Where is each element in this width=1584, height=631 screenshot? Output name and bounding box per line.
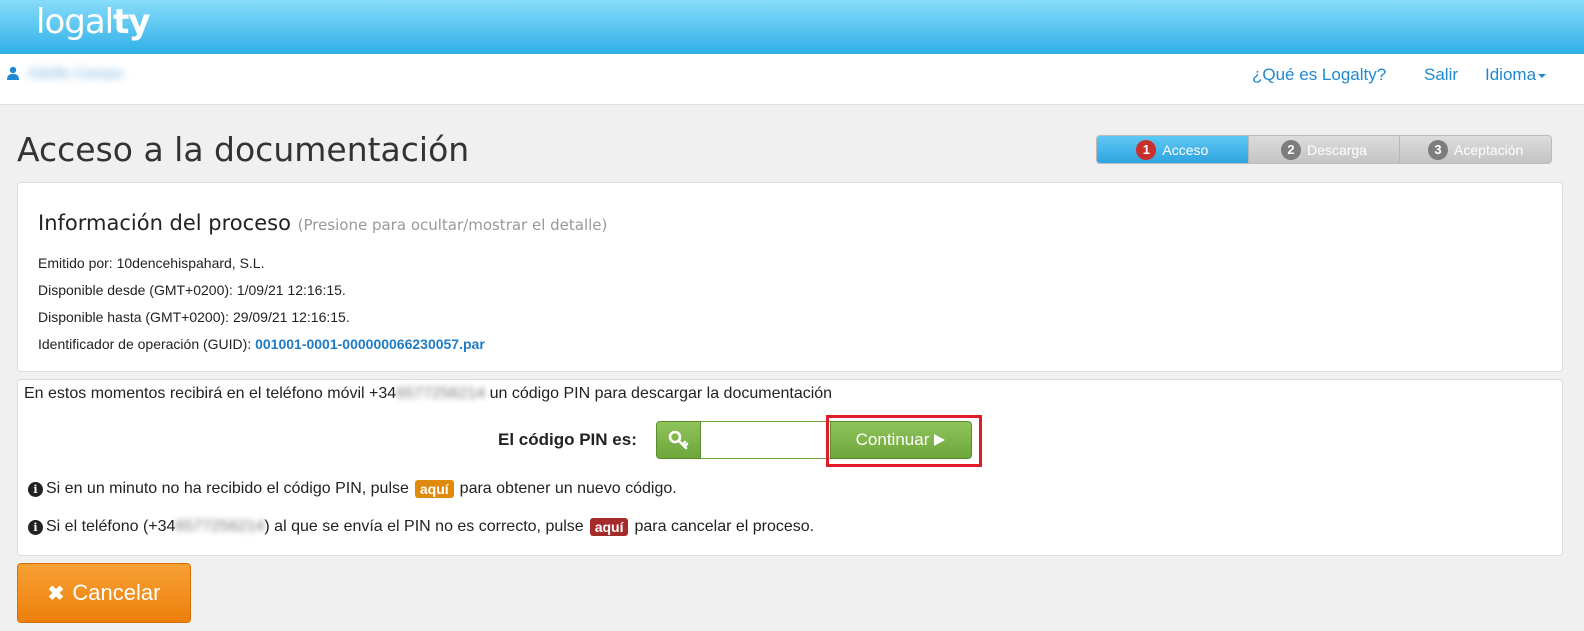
- language-label: Idioma: [1485, 65, 1537, 84]
- issued-by-label: Emitido por:: [38, 255, 117, 271]
- available-from-row: Disponible desde (GMT+0200): 1/09/21 12:…: [38, 282, 346, 298]
- resend-note-after: para obtener un nuevo código.: [459, 480, 677, 497]
- process-info-toggle[interactable]: Información del proceso (Presione para o…: [38, 211, 607, 235]
- available-from-label: Disponible desde (GMT+0200):: [38, 282, 237, 298]
- logo-text-light: logal: [36, 2, 114, 42]
- process-info-heading: Información del proceso: [38, 211, 291, 235]
- resend-note-before: Si en un minuto no ha recibido el código…: [46, 480, 409, 497]
- top-header: logalty: [0, 0, 1584, 54]
- key-addon: [656, 421, 701, 459]
- step-number: 1: [1136, 139, 1157, 160]
- logout-link[interactable]: Salir: [1424, 65, 1458, 85]
- key-icon: [668, 430, 688, 450]
- info-circle-icon: i: [28, 481, 43, 497]
- pin-panel: En estos momentos recibirá en el teléfon…: [17, 379, 1563, 556]
- step-acceptance: 3 Aceptación: [1399, 136, 1551, 163]
- continue-button[interactable]: Continuar: [830, 421, 972, 459]
- what-is-logalty-link[interactable]: ¿Qué es Logalty?: [1252, 65, 1386, 85]
- guid-row: Identificador de operación (GUID): 00100…: [38, 336, 485, 352]
- wrong-phone-after: para cancelar el proceso.: [634, 518, 815, 535]
- issued-by-row: Emitido por: 10dencehispahard, S.L.: [38, 255, 264, 271]
- step-number: 3: [1428, 139, 1449, 160]
- language-dropdown[interactable]: Idioma: [1485, 65, 1547, 85]
- wrong-phone-note: i Si el teléfono (+34 6577256214) al que …: [28, 518, 814, 536]
- resend-pin-link[interactable]: aquí: [414, 480, 454, 498]
- play-icon: [934, 434, 946, 446]
- user-icon: [7, 66, 19, 80]
- resend-pin-note: i Si en un minuto no ha recibido el códi…: [28, 480, 677, 498]
- chevron-down-icon: [1538, 73, 1547, 78]
- cancel-process-link[interactable]: aquí: [589, 518, 629, 536]
- step-label: Aceptación: [1454, 141, 1524, 158]
- available-until-value: 29/09/21 12:16:15.: [232, 309, 350, 325]
- guid-label: Identificador de operación (GUID):: [38, 336, 256, 352]
- pin-message: En estos momentos recibirá en el teléfon…: [24, 385, 832, 403]
- progress-steps: 1 Acceso 2 Descarga 3 Aceptación: [1096, 135, 1552, 164]
- process-info-panel: Información del proceso (Presione para o…: [17, 182, 1563, 372]
- pin-message-before: En estos momentos recibirá en el teléfon…: [24, 385, 397, 402]
- step-download: 2 Descarga: [1247, 136, 1400, 163]
- close-icon: ✖: [47, 582, 65, 605]
- guid-link[interactable]: 001001-0001-000000066230057.par: [255, 336, 485, 352]
- pin-label: El código PIN es:: [498, 430, 637, 449]
- logo-text-bold: ty: [113, 2, 150, 42]
- user-bar: Adolfo Campo ¿Qué es Logalty? Salir Idio…: [0, 54, 1584, 105]
- cancel-label: Cancelar: [72, 580, 161, 605]
- continue-label: Continuar: [855, 430, 930, 449]
- step-label: Descarga: [1307, 141, 1367, 158]
- info-circle-icon: i: [28, 519, 43, 535]
- available-from-value: 1/09/21 12:16:15.: [236, 282, 346, 298]
- hidden-phone-number: 6577256214: [175, 518, 265, 535]
- hidden-phone-number: 6577256214: [396, 385, 486, 402]
- step-access: 1 Acceso: [1097, 136, 1248, 163]
- pin-input[interactable]: [701, 421, 830, 459]
- logalty-logo[interactable]: logalty: [36, 2, 151, 42]
- step-label: Acceso: [1162, 141, 1209, 158]
- step-number: 2: [1281, 139, 1302, 160]
- wrong-phone-middle: ) al que se envía el PIN no es correcto,…: [264, 518, 584, 535]
- cancel-button[interactable]: ✖ Cancelar: [17, 563, 191, 623]
- wrong-phone-before: Si el teléfono (+34: [46, 518, 176, 535]
- page-title: Acceso a la documentación: [17, 130, 470, 169]
- available-until-label: Disponible hasta (GMT+0200):: [38, 309, 233, 325]
- user-name: Adolfo Campo: [28, 65, 124, 82]
- issued-by-value: 10dencehispahard, S.L.: [116, 255, 265, 271]
- toggle-detail-hint[interactable]: (Presione para ocultar/mostrar el detall…: [298, 216, 608, 234]
- available-until-row: Disponible hasta (GMT+0200): 29/09/21 12…: [38, 309, 350, 325]
- pin-message-after: un código PIN para descargar la document…: [485, 385, 833, 402]
